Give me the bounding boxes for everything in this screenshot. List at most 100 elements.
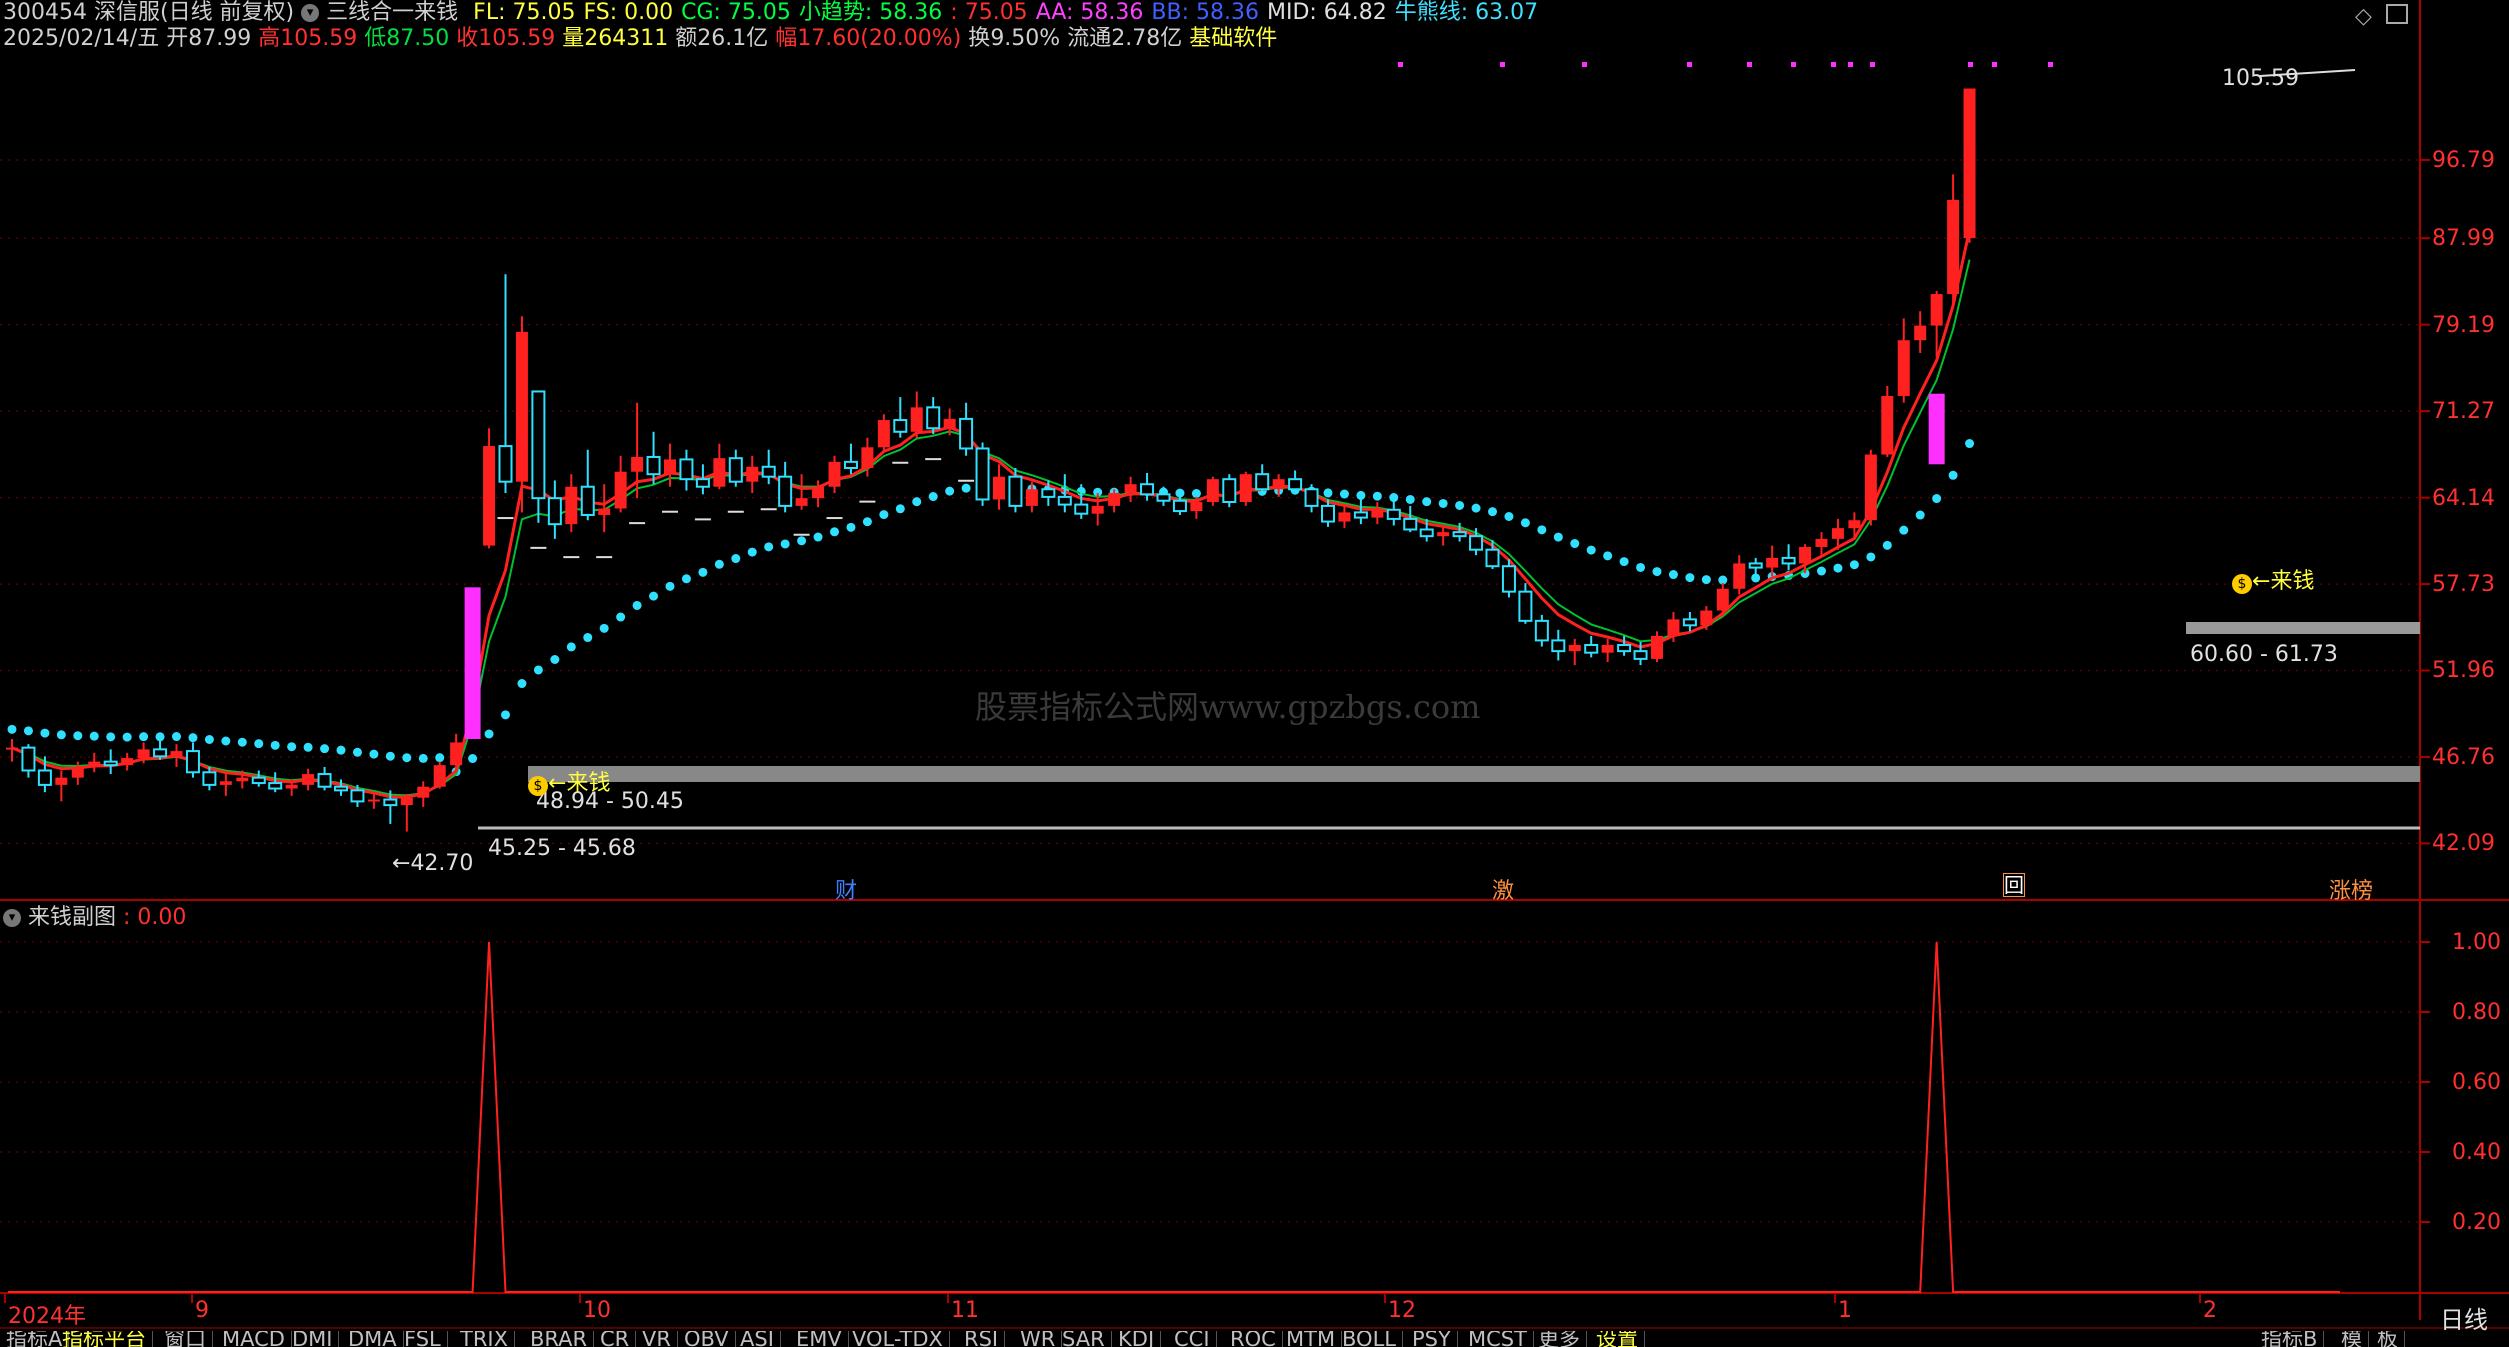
- candle-body-down: [1617, 643, 1632, 653]
- tab-11[interactable]: OBV: [678, 1331, 736, 1347]
- right-tab-1[interactable]: 模: [2335, 1331, 2369, 1347]
- tab-24[interactable]: MCST: [1462, 1331, 1534, 1347]
- tab-13[interactable]: EMV: [790, 1331, 849, 1347]
- candle-body-up: [1963, 88, 1976, 239]
- candle-body-down: [1469, 535, 1484, 551]
- tab-7[interactable]: TRIX: [454, 1331, 515, 1347]
- candle-body-up: [1338, 512, 1351, 522]
- tab-12[interactable]: ASI: [734, 1331, 781, 1347]
- tab-4[interactable]: DMI: [286, 1331, 340, 1347]
- candle-body-up: [877, 420, 890, 448]
- sub-tick-label: 0.60: [2452, 1070, 2501, 1095]
- candle-body-up: [1568, 644, 1581, 652]
- tab-3[interactable]: MACD: [216, 1331, 292, 1347]
- tab-10[interactable]: VR: [636, 1331, 678, 1347]
- tab-19[interactable]: CCI: [1168, 1331, 1217, 1347]
- signal-dot: [1791, 62, 1796, 67]
- price-tick-label: 51.96: [2432, 658, 2495, 684]
- event-marker-finance[interactable]: 财: [835, 873, 857, 905]
- candle-body-down: [1748, 562, 1763, 569]
- candle-body-up: [795, 498, 808, 506]
- trend-dot: [599, 623, 609, 633]
- trend-dot: [1455, 500, 1465, 510]
- tab-17[interactable]: SAR: [1056, 1331, 1112, 1347]
- event-marker-rise-list[interactable]: 涨榜: [2329, 873, 2373, 905]
- candle-body-up: [1947, 199, 1960, 295]
- trend-dot: [797, 536, 807, 546]
- trend-dot: [1817, 566, 1826, 576]
- tab-2[interactable]: 窗口: [158, 1331, 213, 1347]
- peak-price-label: 105.59: [2222, 66, 2299, 91]
- trend-dot: [649, 591, 659, 601]
- kline-chart[interactable]: [0, 0, 2509, 1347]
- trend-dot: [632, 600, 642, 610]
- right-tab-2[interactable]: 板: [2371, 1331, 2405, 1347]
- trend-dot: [402, 753, 412, 763]
- candle-body-up: [664, 459, 676, 475]
- candle-body-down: [251, 776, 266, 785]
- tab-22[interactable]: BOLL: [1336, 1331, 1403, 1347]
- trend-dot: [435, 753, 445, 763]
- trend-dot: [862, 517, 872, 527]
- event-marker-active[interactable]: 激: [1492, 873, 1514, 905]
- trend-dot: [139, 732, 149, 742]
- price-tick-label: 64.14: [2432, 485, 2495, 511]
- candle-body-down: [1403, 517, 1418, 531]
- candle-body-down: [103, 760, 118, 767]
- trend-dot: [1570, 539, 1580, 549]
- candle-body-down: [761, 465, 776, 478]
- right-tab-0[interactable]: 指标B: [2255, 1331, 2325, 1347]
- candle-body-up: [1766, 557, 1779, 568]
- candle-body-up: [565, 486, 578, 525]
- period-label[interactable]: 日线: [2440, 1300, 2488, 1335]
- candle-body-up: [1848, 520, 1861, 529]
- sub-chart-title[interactable]: 来钱副图: [28, 905, 116, 930]
- signal-label: 来钱: [2270, 569, 2315, 594]
- trend-dot: [23, 726, 33, 736]
- trend-dot: [468, 754, 478, 764]
- trend-dot: [895, 504, 905, 514]
- tab-14[interactable]: VOL-TDX: [846, 1331, 950, 1347]
- signal-dot: [1398, 62, 1403, 67]
- event-marker-return[interactable]: 回: [2003, 873, 2025, 897]
- price-tick-label: 71.27: [2432, 399, 2495, 425]
- dropdown-icon[interactable]: ▾: [3, 909, 21, 927]
- tab-20[interactable]: ROC: [1224, 1331, 1283, 1347]
- tab-9[interactable]: CR: [594, 1331, 637, 1347]
- trend-dot: [714, 559, 724, 569]
- tab-8[interactable]: BRAR: [524, 1331, 595, 1347]
- candle-body-down: [926, 406, 941, 430]
- tab-6[interactable]: FSL: [398, 1331, 448, 1347]
- trend-dot: [879, 510, 889, 520]
- candle-body-up: [1881, 395, 1894, 455]
- tab-15[interactable]: RSI: [958, 1331, 1006, 1347]
- candle-body-up: [1272, 479, 1285, 490]
- time-label: 9: [195, 1298, 209, 1323]
- candle-body-up: [943, 418, 956, 429]
- tab-21[interactable]: MTM: [1280, 1331, 1343, 1347]
- candle-body-up: [1108, 493, 1121, 506]
- tab-18[interactable]: KDJ: [1112, 1331, 1162, 1347]
- tab-1[interactable]: 指标平台: [56, 1331, 153, 1347]
- candle-body-up: [55, 777, 68, 785]
- trend-dot: [846, 522, 856, 532]
- candle-body-up: [1700, 610, 1713, 626]
- candle-body-up: [812, 486, 825, 499]
- trend-dot: [352, 747, 362, 757]
- tab-5[interactable]: DMA: [342, 1331, 404, 1347]
- trend-dot: [501, 710, 510, 720]
- sub-chart-value: : 0.00: [123, 905, 187, 930]
- trend-dot: [698, 567, 708, 577]
- candle-body-up: [861, 447, 874, 468]
- tab-25[interactable]: 更多: [1532, 1331, 1587, 1347]
- trend-dot: [1339, 489, 1349, 499]
- tab-26[interactable]: 设置: [1590, 1331, 1645, 1347]
- tab-23[interactable]: PSY: [1406, 1331, 1458, 1347]
- candle-body-up: [1601, 644, 1614, 653]
- trend-dot: [813, 532, 823, 542]
- time-label: 1: [1838, 1298, 1852, 1323]
- candle-body-up: [1716, 588, 1729, 611]
- candle-body-up: [1667, 619, 1680, 636]
- candle-body-up: [170, 751, 183, 757]
- trend-dot: [1965, 439, 1975, 449]
